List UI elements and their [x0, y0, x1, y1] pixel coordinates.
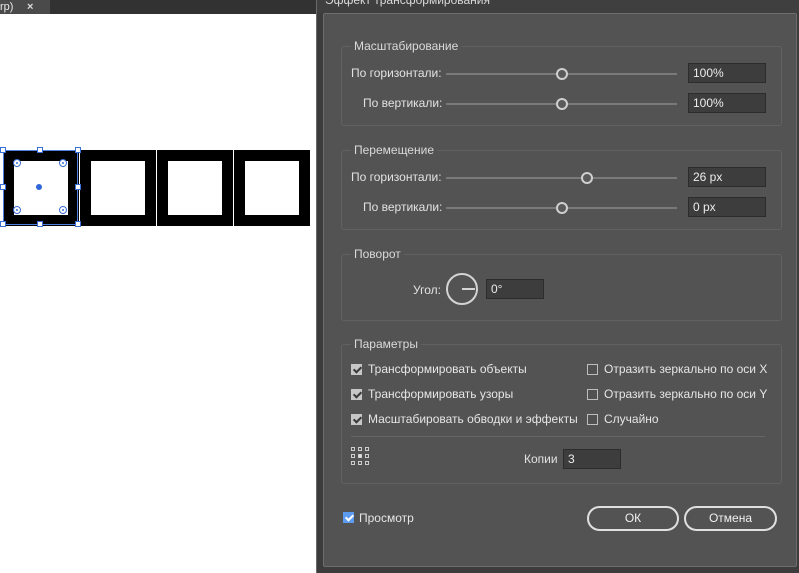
options-group: Параметры Трансформировать объекты Транс…	[341, 337, 782, 484]
copies-label: Копии	[524, 452, 558, 466]
scale-vertical-slider[interactable]	[446, 98, 677, 110]
preview-label: Просмотр	[359, 511, 414, 525]
scale-vertical-label: По вертикали:	[363, 96, 443, 110]
scale-vertical-slider-thumb[interactable]	[555, 98, 568, 110]
selection-handle-top-right[interactable]	[75, 147, 81, 153]
selection-handle-bottom-right[interactable]	[75, 221, 81, 227]
corner-widget-icon[interactable]	[13, 159, 21, 167]
rotate-group-title: Поворот	[351, 247, 404, 261]
scale-strokes-checkbox[interactable]	[351, 414, 362, 425]
dialog-panel: Масштабирование По горизонтали: 100% По …	[323, 13, 797, 567]
corner-widget-icon[interactable]	[13, 206, 21, 214]
move-horizontal-label: По горизонтали:	[351, 170, 442, 184]
move-vertical-slider-thumb[interactable]	[555, 202, 568, 214]
corner-widget-icon[interactable]	[59, 206, 67, 214]
selection-handle-right[interactable]	[75, 184, 81, 190]
options-group-title: Параметры	[351, 337, 421, 351]
square-shape-copy-2	[157, 150, 233, 226]
transform-patterns-checkbox[interactable]	[351, 389, 362, 400]
dialog-title: Эффект трансформирования	[317, 0, 799, 13]
reflect-x-label: Отразить зеркально по оси X	[604, 362, 768, 376]
scale-strokes-label: Масштабировать обводки и эффекты	[368, 412, 578, 426]
random-checkbox[interactable]	[587, 414, 598, 425]
scale-group: Масштабирование По горизонтали: 100% По …	[341, 39, 782, 126]
move-vertical-label: По вертикали:	[363, 200, 443, 214]
selection-handle-bottom-left[interactable]	[0, 221, 6, 227]
move-horizontal-slider[interactable]	[446, 172, 677, 184]
center-point-icon	[36, 184, 42, 190]
transform-effect-dialog: Эффект трансформирования Масштабирование…	[316, 0, 799, 573]
corner-widget-icon[interactable]	[59, 159, 67, 167]
move-group-title: Перемещение	[351, 143, 437, 157]
square-shape-copy-3	[234, 150, 310, 226]
reflect-x-checkbox[interactable]	[587, 364, 598, 375]
random-label: Случайно	[604, 412, 659, 426]
transform-objects-checkbox[interactable]	[351, 364, 362, 375]
document-tabbar: rp) ×	[0, 0, 316, 14]
angle-label: Угол:	[413, 283, 441, 297]
selection-handle-bottom[interactable]	[37, 221, 43, 227]
move-horizontal-slider-thumb[interactable]	[580, 172, 593, 184]
move-vertical-input[interactable]: 0 px	[688, 197, 766, 217]
angle-input[interactable]: 0°	[486, 279, 544, 299]
document-tab[interactable]: rp) ×	[0, 0, 50, 14]
selection-handle-left[interactable]	[0, 184, 6, 190]
transform-objects-label: Трансформировать объекты	[368, 362, 527, 376]
scale-vertical-input[interactable]: 100%	[688, 93, 766, 113]
reflect-y-checkbox[interactable]	[587, 389, 598, 400]
scale-horizontal-slider-thumb[interactable]	[555, 68, 568, 80]
preview-checkbox[interactable]	[343, 512, 354, 523]
scale-horizontal-label: По горизонтали:	[351, 66, 442, 80]
copies-input[interactable]: 3	[563, 449, 621, 469]
transform-patterns-label: Трансформировать узоры	[368, 387, 514, 401]
reflect-y-label: Отразить зеркально по оси Y	[604, 387, 768, 401]
square-shape-copy-1	[80, 150, 156, 226]
reference-point-icon[interactable]	[351, 447, 371, 467]
ok-button[interactable]: ОК	[587, 506, 679, 531]
move-vertical-slider[interactable]	[446, 202, 677, 214]
angle-dial-icon[interactable]	[446, 273, 478, 305]
document-tab-label: rp)	[0, 1, 14, 13]
cancel-button[interactable]: Отмена	[684, 506, 777, 531]
selection-handle-top-left[interactable]	[0, 147, 6, 153]
rotate-group: Поворот Угол: 0°	[341, 247, 782, 321]
move-group: Перемещение По горизонтали: 26 px По вер…	[341, 143, 782, 230]
selection-handle-top[interactable]	[37, 147, 43, 153]
scale-group-title: Масштабирование	[351, 39, 462, 53]
scale-horizontal-slider[interactable]	[446, 68, 677, 80]
move-horizontal-input[interactable]: 26 px	[688, 167, 766, 187]
options-separator	[351, 436, 765, 437]
artboard-canvas[interactable]	[0, 14, 316, 573]
close-icon[interactable]: ×	[27, 0, 33, 14]
scale-horizontal-input[interactable]: 100%	[688, 63, 766, 83]
